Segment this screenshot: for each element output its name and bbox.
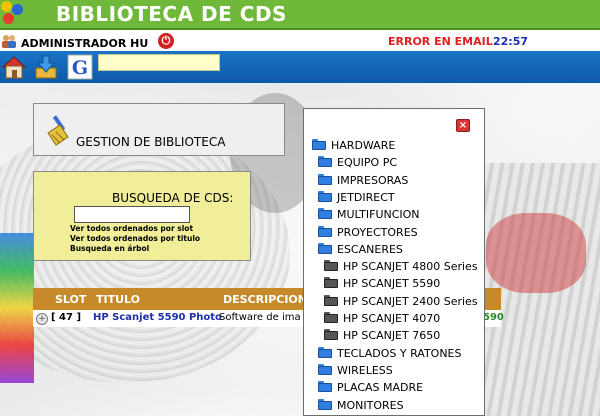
tree-item-label: PLACAS MADRE [337,381,424,395]
row-title[interactable]: HP Scanjet 5590 Photo [93,312,222,323]
tree-item-label: JETDIRECT [337,190,395,204]
tree-item-label: HP SCANJET 4800 Series [343,260,478,274]
gestion-label: GESTION DE BIBLIOTECA [76,135,226,149]
expand-icon[interactable]: + [36,313,48,325]
close-icon[interactable]: × [456,119,470,132]
user-name: ADMINISTRADOR HU [21,37,149,50]
busqueda-input[interactable] [74,206,190,223]
folder-icon [318,346,332,359]
folder-open-icon [312,139,326,151]
toolbar: G [0,51,600,83]
tree-item-label: ESCANERES [337,242,403,256]
row-slot: [ 47 ] [51,312,82,323]
col-titulo[interactable]: TITULO [96,293,140,306]
link-order-slot[interactable]: Ver todos ordenados por slot [70,224,193,233]
folder-dark-icon [324,312,338,324]
app-logo-icon [0,0,30,30]
folder-icon [318,208,332,220]
tree-item-label: WIRELESS [337,363,393,377]
folder-icon [318,173,332,186]
status-message: ERROR EN EMAIL [388,35,493,48]
google-icon[interactable]: G [67,54,93,80]
clock: 22:57 [493,35,529,48]
tree-item-label: HP SCANJET 7650 [343,329,441,343]
col-slot[interactable]: SLOT [55,293,86,306]
tree-item-label: EQUIPO PC [337,156,398,170]
folder-icon [318,381,332,393]
gestion-panel[interactable]: GESTION DE BIBLIOTECA [33,103,285,156]
row-description: Software de ima [219,312,301,323]
folder-dark-icon [324,260,338,272]
folder-icon [318,363,332,376]
busqueda-title: BUSQUEDA DE CDS: [112,191,234,205]
link-tree-search[interactable]: Busqueda en árbol [70,244,149,253]
folder-icon [318,225,332,238]
logout-icon[interactable]: ⏻ [158,33,174,49]
users-icon [2,35,16,48]
folder-icon [318,190,332,203]
app-header: BIBLIOTECA DE CDS [0,0,600,30]
folder-open-icon [318,242,332,255]
tree-item-label: HP SCANJET 4070 [343,312,441,325]
broom-icon [47,115,69,146]
tree-item-label: HP SCANJET 2400 Series [343,294,478,308]
tree-item-label: MULTIFUNCION [337,208,420,222]
tree-item-label: HARDWARE [331,139,396,152]
busqueda-panel: BUSQUEDA DE CDS: Ver todos ordenados por… [33,171,251,261]
folder-icon [318,156,332,168]
category-tree-popup: × HARDWARE EQUIPO PC IMPRESORAS JETDIRECT MU… [303,108,485,416]
svg-text:G: G [72,57,88,79]
app-title: BIBLIOTECA DE CDS [56,2,287,26]
folder-icon [318,398,332,411]
info-bar: ADMINISTRADOR HU ⏻ ERROR EN EMAIL 22:57 [0,30,600,51]
toolbar-search-input[interactable] [98,54,220,71]
tree-item-label: MONITORES [337,398,404,412]
home-icon[interactable] [1,54,27,80]
download-icon[interactable] [33,54,59,80]
link-order-title[interactable]: Ver todos ordenados por titulo [70,234,200,243]
tree-item-label: IMPRESORAS [337,173,409,187]
tree-item-label: HP SCANJET 5590 [343,277,441,291]
folder-dark-icon [324,294,338,307]
col-descripcion[interactable]: DESCRIPCION [223,293,307,306]
row-code: 590 [483,312,504,323]
folder-dark-icon [324,277,338,289]
folder-dark-icon [324,329,338,341]
tree-item-label: PROYECTORES [337,225,418,239]
tree-item-label: TECLADOS Y RATONES [337,346,462,360]
